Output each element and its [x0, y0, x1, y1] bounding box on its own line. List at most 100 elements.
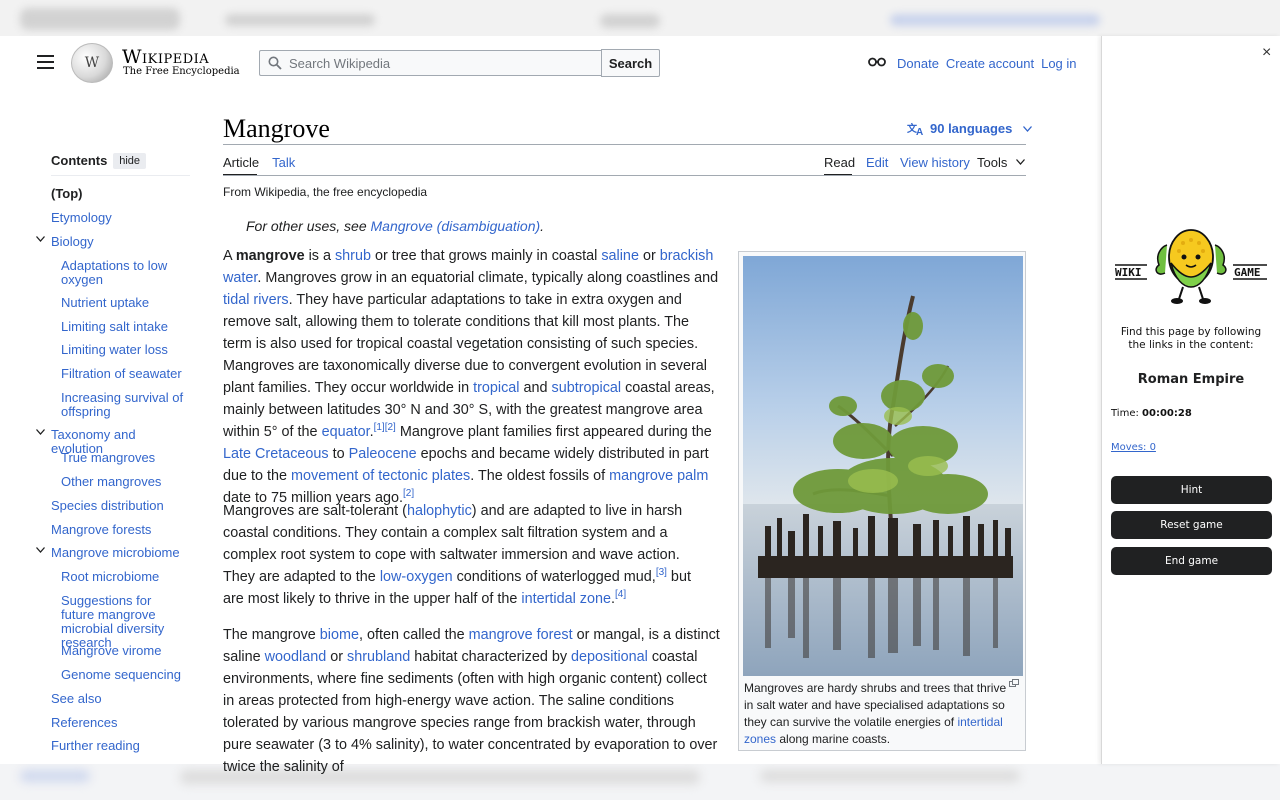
- citation[interactable]: [2]: [385, 422, 396, 433]
- page-title: Mangrove: [223, 114, 330, 143]
- blurred-top-band: [0, 0, 1280, 36]
- tab-read[interactable]: Read: [824, 155, 855, 170]
- search-icon: [268, 56, 282, 70]
- link-mangrove-palm[interactable]: mangrove palm: [609, 468, 708, 484]
- toc-item-root-microbiome[interactable]: Root microbiome: [61, 570, 159, 584]
- target-page: Roman Empire: [1137, 372, 1245, 387]
- user-links: Donate Create account Log in: [897, 56, 1077, 71]
- toc-item-references[interactable]: References: [51, 716, 117, 730]
- end-game-button[interactable]: End game: [1111, 547, 1272, 575]
- link-shrubland[interactable]: shrubland: [347, 649, 410, 665]
- paragraph-1: A mangrove is a shrub or tree that grows…: [223, 248, 719, 506]
- toc-item-microbiome[interactable]: Mangrove microbiome: [51, 546, 180, 560]
- chevron-down-icon: [1023, 125, 1033, 132]
- toc-item-virome[interactable]: Mangrove virome: [61, 644, 161, 658]
- link-late-cretaceous[interactable]: Late Cretaceous: [223, 446, 329, 462]
- toc-item-top[interactable]: (Top): [51, 187, 83, 201]
- toc-item-genome[interactable]: Genome sequencing: [61, 668, 181, 682]
- link-equator[interactable]: equator: [322, 424, 370, 440]
- tabs-divider: [223, 175, 1026, 176]
- game-instruction: Find this page by following the links in…: [1120, 326, 1262, 351]
- citation[interactable]: [3]: [656, 567, 667, 578]
- link-saline[interactable]: saline: [601, 248, 639, 264]
- link-intertidal-zone[interactable]: intertidal zone: [521, 591, 611, 607]
- toc-item-etymology[interactable]: Etymology: [51, 211, 112, 225]
- close-panel-button[interactable]: ×: [1262, 44, 1271, 62]
- toc-item-true-mangroves[interactable]: True mangroves: [61, 451, 155, 465]
- search-box[interactable]: [259, 50, 602, 76]
- mangrove-photo[interactable]: [743, 256, 1023, 676]
- citation[interactable]: [2]: [403, 488, 414, 499]
- toc-hide-button[interactable]: hide: [113, 152, 146, 169]
- search-button[interactable]: Search: [601, 49, 660, 77]
- image-caption: Mangroves are hardy shrubs and trees tha…: [744, 681, 1007, 746]
- link-halophytic[interactable]: halophytic: [407, 503, 472, 519]
- toc-item-see-also[interactable]: See also: [51, 692, 102, 706]
- wikipedia-globe-logo[interactable]: W: [71, 43, 113, 83]
- wiki-game-logo: WIKI GAME: [1115, 229, 1267, 304]
- link-mangrove-forest[interactable]: mangrove forest: [469, 627, 573, 643]
- toc-item-nutrient-uptake[interactable]: Nutrient uptake: [61, 296, 149, 310]
- link-depositional[interactable]: depositional: [571, 649, 648, 665]
- toc-item-other-mangroves[interactable]: Other mangroves: [61, 475, 161, 489]
- log-in-link[interactable]: Log in: [1041, 56, 1076, 71]
- tab-article[interactable]: Article: [223, 155, 259, 170]
- chevron-down-icon[interactable]: [1016, 159, 1025, 165]
- moves-counter[interactable]: Moves: 0: [1111, 442, 1156, 453]
- site-sub: From Wikipedia, the free encyclopedia: [223, 185, 428, 199]
- main-menu-button[interactable]: [37, 55, 54, 69]
- donate-link[interactable]: Donate: [897, 56, 939, 71]
- link-tectonic-plates[interactable]: movement of tectonic plates: [291, 468, 470, 484]
- toc-item-suggestions[interactable]: Suggestions for future mangrove microbia…: [61, 594, 186, 650]
- link-shrub[interactable]: shrub: [335, 248, 371, 264]
- table-of-contents: Contents hide (Top) Etymology Biology Ad…: [36, 151, 191, 771]
- search-input[interactable]: [289, 55, 589, 71]
- toc-title: Contents: [51, 153, 108, 168]
- tab-view-history[interactable]: View history: [900, 155, 970, 170]
- link-tidal-rivers[interactable]: tidal rivers: [223, 292, 289, 308]
- link-woodland[interactable]: woodland: [265, 649, 327, 665]
- reset-game-button[interactable]: Reset game: [1111, 511, 1272, 539]
- link-biome[interactable]: biome: [320, 627, 359, 643]
- tab-talk[interactable]: Talk: [272, 155, 295, 170]
- hint-button[interactable]: Hint: [1111, 476, 1272, 504]
- translate-icon: 文 A: [907, 122, 923, 136]
- image-thumbnail: Mangroves are hardy shrubs and trees tha…: [738, 251, 1026, 751]
- toc-item-further-reading[interactable]: Further reading: [51, 739, 140, 753]
- chevron-down-icon[interactable]: [36, 429, 45, 435]
- logo-left-text: WIKI: [1115, 266, 1142, 279]
- citation[interactable]: [1]: [374, 422, 385, 433]
- disambiguation-link[interactable]: Mangrove (disambiguation): [371, 218, 541, 234]
- tab-edit[interactable]: Edit: [866, 155, 888, 170]
- chevron-down-icon[interactable]: [36, 547, 45, 553]
- link-subtropical[interactable]: subtropical: [552, 380, 622, 396]
- game-timer: Time: 00:00:28: [1111, 408, 1192, 419]
- create-account-link[interactable]: Create account: [946, 56, 1034, 71]
- link-tropical[interactable]: tropical: [473, 380, 519, 396]
- tools-menu[interactable]: Tools: [977, 155, 1007, 170]
- svg-text:A: A: [916, 127, 923, 136]
- link-low-oxygen[interactable]: low-oxygen: [380, 569, 453, 585]
- toc-item-limiting-salt[interactable]: Limiting salt intake: [61, 320, 168, 334]
- title-divider: [223, 144, 1026, 145]
- hatnote: For other uses, see Mangrove (disambigua…: [246, 218, 545, 234]
- citation[interactable]: [4]: [615, 589, 626, 600]
- reading-glasses-icon[interactable]: [868, 57, 886, 67]
- toc-item-species-distribution[interactable]: Species distribution: [51, 499, 164, 513]
- wikipedia-wordmark[interactable]: Wikipedia: [122, 46, 209, 68]
- namespace-tabs: Article Talk: [223, 155, 295, 170]
- logo-right-text: GAME: [1234, 266, 1261, 279]
- toc-item-adaptations[interactable]: Adaptations to low oxygen: [61, 259, 179, 287]
- chevron-down-icon[interactable]: [36, 236, 45, 242]
- toc-item-offspring[interactable]: Increasing survival of offspring: [61, 391, 186, 419]
- timer-value: 00:00:28: [1142, 408, 1192, 419]
- language-button[interactable]: 文 A 90 languages: [907, 121, 1033, 136]
- toc-item-filtration[interactable]: Filtration of seawater: [61, 367, 182, 381]
- wiki-game-panel: [1101, 36, 1280, 764]
- wikipedia-tagline: The Free Encyclopedia: [123, 66, 240, 77]
- toc-item-biology[interactable]: Biology: [51, 235, 94, 249]
- toc-item-mangrove-forests[interactable]: Mangrove forests: [51, 523, 151, 537]
- language-count: 90 languages: [930, 121, 1013, 136]
- toc-item-limiting-water[interactable]: Limiting water loss: [61, 343, 168, 357]
- link-paleocene[interactable]: Paleocene: [349, 446, 417, 462]
